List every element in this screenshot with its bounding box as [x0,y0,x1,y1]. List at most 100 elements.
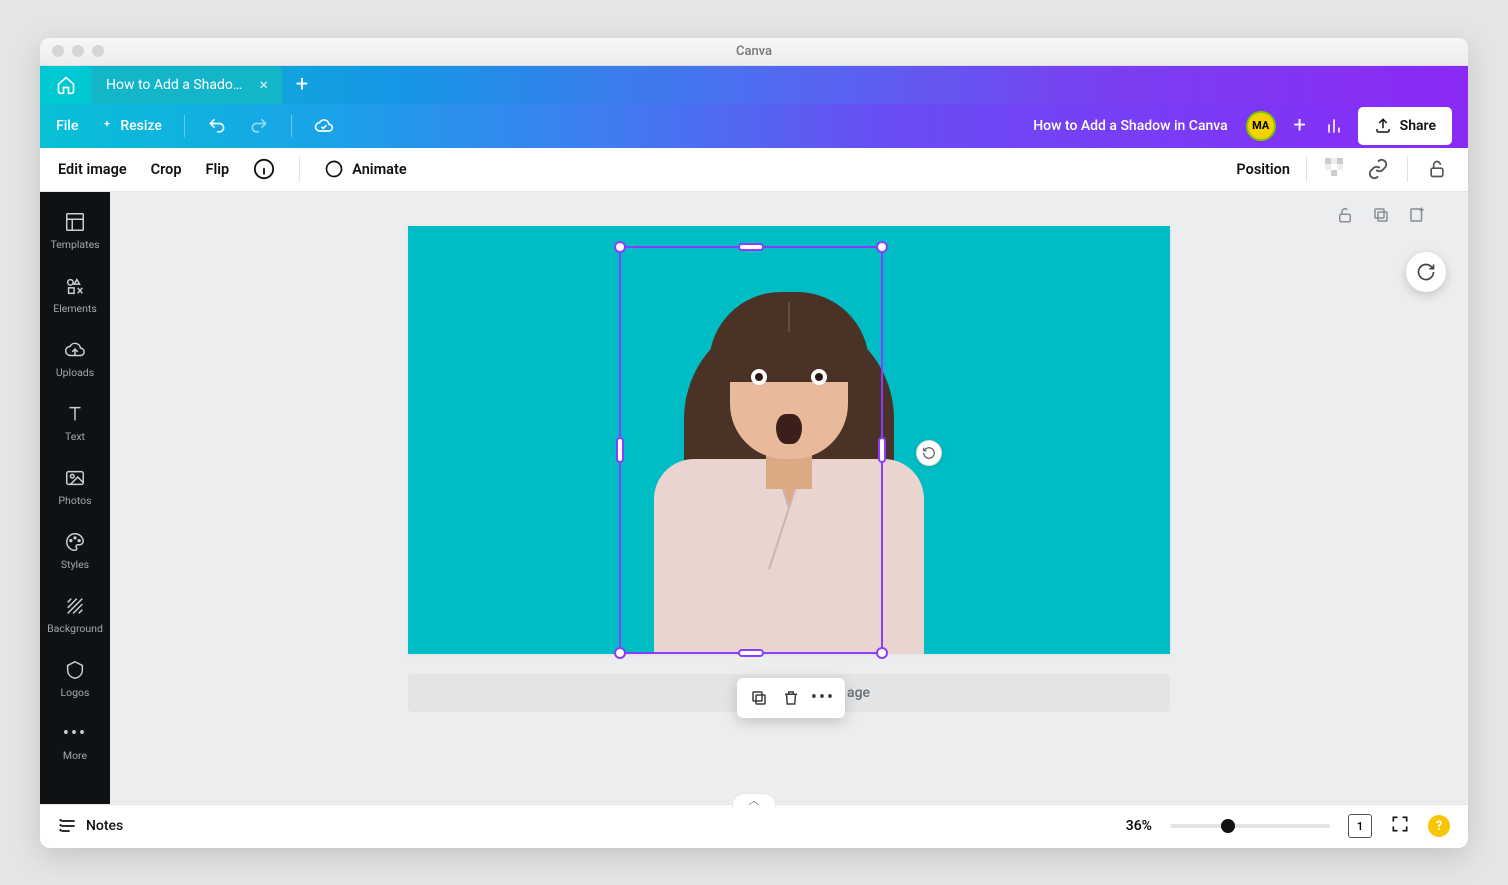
resize-handle-sw[interactable] [614,647,626,659]
footer-bar: ︿ Notes 36% 1 ? [40,804,1468,848]
home-icon [56,75,76,95]
selection-outline[interactable] [619,246,883,654]
text-icon [64,403,86,425]
resize-handle-s[interactable] [738,649,764,657]
page-actions [1336,206,1428,226]
sidebar-item-text[interactable]: Text [40,392,110,454]
close-icon[interactable]: × [259,75,268,94]
add-member-button[interactable]: + [1290,116,1310,136]
share-button[interactable]: Share [1358,107,1452,145]
sidebar-item-more[interactable]: ••• More [40,712,110,774]
redo-icon [249,116,269,136]
elements-icon [64,275,86,297]
resize-handle-n[interactable] [738,243,764,251]
sidebar-item-uploads[interactable]: Uploads [40,328,110,390]
footer-expand-button[interactable]: ︿ [732,793,776,807]
lock-open-icon [1336,206,1354,224]
cloud-upload-icon [64,339,86,361]
fullscreen-button[interactable] [1390,814,1410,838]
templates-icon [64,211,86,233]
zoom-label: 36% [1126,818,1152,834]
design-page[interactable] [408,226,1170,654]
tab-active[interactable]: How to Add a Shadow ... × [92,66,282,104]
new-page-icon [1408,206,1426,224]
crop-button[interactable]: Crop [151,161,182,178]
app-header: File Resize How to Add a Shadow in Canva… [40,104,1468,148]
insights-button[interactable] [1324,116,1344,136]
comment-button[interactable] [1406,252,1446,292]
edit-image-button[interactable]: Edit image [58,161,127,178]
copy-icon [750,689,768,707]
refresh-plus-icon [1416,262,1436,282]
trash-icon [782,689,800,707]
zoom-thumb[interactable] [1221,819,1235,833]
traffic-light-close[interactable] [52,45,64,57]
animate-icon [324,159,344,179]
canvas-area[interactable]: age ••• [110,192,1468,804]
sidebar-item-templates[interactable]: Templates [40,200,110,262]
home-button[interactable] [40,66,92,104]
add-page-partial-label: age [847,685,870,701]
position-button[interactable]: Position [1236,161,1290,178]
context-toolbar: Edit image Crop Flip Animate Position [40,148,1468,192]
lock-open-icon [1427,159,1447,179]
flip-button[interactable]: Flip [206,161,230,178]
window-titlebar: Canva [40,38,1468,66]
link-icon [1367,158,1389,180]
sidebar-item-photos[interactable]: Photos [40,456,110,518]
palette-icon [64,531,86,553]
add-page-button[interactable] [1408,206,1428,226]
rotate-icon [922,446,936,460]
info-button[interactable] [253,158,275,180]
sidebar-item-elements[interactable]: Elements [40,264,110,326]
more-element-button[interactable]: ••• [809,684,837,712]
logo-icon [64,659,86,681]
bar-chart-icon [1324,116,1344,136]
resize-handle-se[interactable] [876,647,888,659]
delete-element-button[interactable] [777,684,805,712]
link-button[interactable] [1365,156,1391,182]
file-menu[interactable]: File [56,118,78,134]
transparency-button[interactable] [1323,156,1349,182]
info-icon [253,158,275,180]
more-icon: ••• [63,723,87,744]
redo-button[interactable] [249,116,269,136]
lock-button[interactable] [1424,156,1450,182]
duplicate-page-button[interactable] [1372,206,1392,226]
resize-button[interactable]: Resize [100,118,162,134]
resize-handle-e[interactable] [878,437,886,463]
background-icon [64,595,86,617]
duplicate-icon [1372,206,1390,224]
zoom-slider[interactable] [1170,824,1330,828]
window-title: Canva [736,44,772,59]
resize-handle-ne[interactable] [876,241,888,253]
resize-handle-nw[interactable] [614,241,626,253]
new-tab-button[interactable]: + [282,66,322,104]
sparkle-icon [100,119,114,133]
cloud-sync-button[interactable] [314,116,334,136]
page-count-button[interactable]: 1 [1348,814,1372,838]
user-avatar[interactable]: MA [1246,111,1276,141]
notes-button[interactable]: Notes [58,816,123,836]
page-lock-button[interactable] [1336,206,1356,226]
animate-button[interactable]: Animate [324,159,406,179]
undo-button[interactable] [207,116,227,136]
sidebar-item-background[interactable]: Background [40,584,110,646]
sidebar-item-logos[interactable]: Logos [40,648,110,710]
help-button[interactable]: ? [1428,815,1450,837]
duplicate-element-button[interactable] [745,684,773,712]
document-title[interactable]: How to Add a Shadow in Canva [1033,118,1227,134]
tab-strip: How to Add a Shadow ... × + [40,66,1468,104]
undo-icon [207,116,227,136]
dots-icon: ••• [811,687,835,708]
rotate-handle[interactable] [916,440,942,466]
sidebar-item-styles[interactable]: Styles [40,520,110,582]
tab-title: How to Add a Shadow ... [106,77,249,93]
traffic-light-minimize[interactable] [72,45,84,57]
upload-icon [1374,117,1392,135]
transparency-icon [1325,158,1347,180]
cloud-check-icon [314,115,334,137]
element-floating-toolbar: ••• [737,678,845,718]
resize-handle-w[interactable] [616,437,624,463]
traffic-light-zoom[interactable] [92,45,104,57]
